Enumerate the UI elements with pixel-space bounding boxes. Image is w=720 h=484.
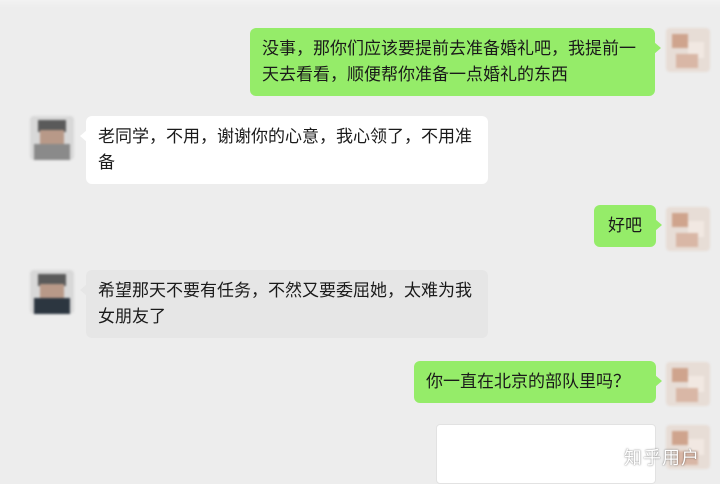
- message-bubble-partial[interactable]: [436, 424, 656, 484]
- my-avatar[interactable]: [666, 362, 710, 406]
- my-avatar[interactable]: [666, 207, 710, 251]
- zhihu-watermark: 知乎用户: [624, 448, 700, 469]
- message-bubble-sent[interactable]: 你一直在北京的部队里吗？: [414, 361, 662, 403]
- top-edge: [0, 0, 720, 8]
- message-bubble-sent[interactable]: 好吧: [594, 205, 662, 247]
- my-avatar[interactable]: [666, 28, 710, 72]
- chat-conversation: 没事，那你们应该要提前去准备婚礼吧，我提前一天去看看，顺便帮你准备一点婚礼的东西…: [0, 0, 720, 484]
- friend-avatar[interactable]: [30, 270, 74, 314]
- message-text: 你一直在北京的部队里吗？: [426, 372, 630, 392]
- message-text: 没事，那你们应该要提前去准备婚礼吧，我提前一天去看看，顺便帮你准备一点婚礼的东西: [262, 39, 636, 85]
- message-bubble-received[interactable]: 老同学，不用，谢谢你的心意，我心领了，不用准备: [80, 116, 488, 184]
- message-bubble-sent[interactable]: 没事，那你们应该要提前去准备婚礼吧，我提前一天去看看，顺便帮你准备一点婚礼的东西: [250, 28, 661, 96]
- message-text: 希望那天不要有任务，不然又要委屈她，太难为我女朋友了: [98, 281, 472, 327]
- message-text: 老同学，不用，谢谢你的心意，我心领了，不用准备: [98, 127, 472, 173]
- friend-avatar[interactable]: [30, 116, 74, 160]
- message-bubble-received[interactable]: 希望那天不要有任务，不然又要委屈她，太难为我女朋友了: [80, 270, 488, 338]
- message-text: 好吧: [608, 216, 642, 236]
